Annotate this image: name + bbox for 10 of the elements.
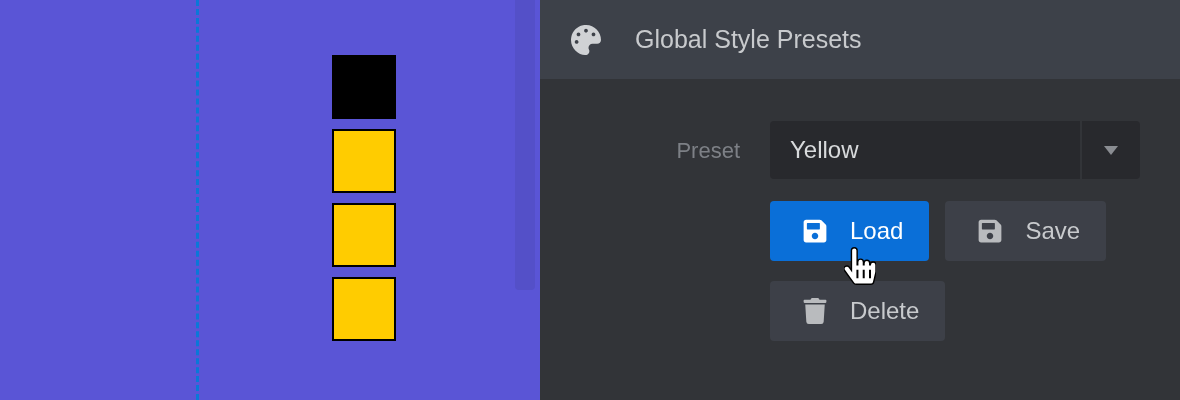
palette-icon: [571, 24, 601, 55]
delete-button[interactable]: Delete: [770, 281, 946, 341]
preset-label: Preset: [675, 136, 740, 165]
trash-icon: [802, 298, 828, 324]
load-button[interactable]: Load: [770, 201, 930, 261]
preset-dropdown[interactable]: Yellow: [770, 121, 1140, 179]
panel-title: Global Style Presets: [635, 23, 862, 55]
preset-value: Yellow: [789, 135, 860, 165]
save-button[interactable]: Save: [945, 201, 1107, 261]
dropdown-caret-icon: [1104, 145, 1118, 155]
